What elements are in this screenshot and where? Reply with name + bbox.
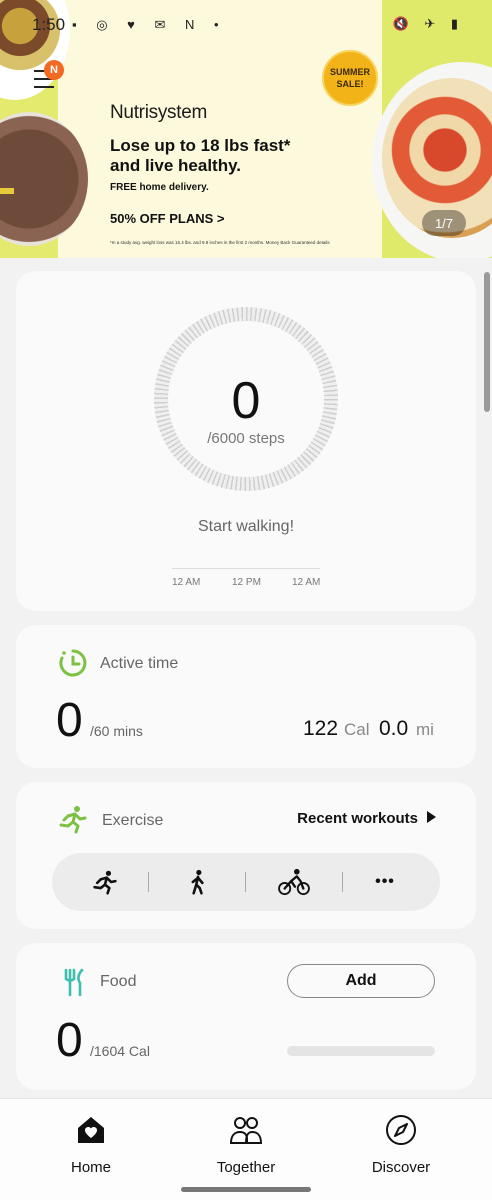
play-arrow-icon[interactable] bbox=[427, 811, 436, 823]
separator bbox=[245, 872, 246, 892]
running-icon bbox=[59, 806, 87, 834]
calories-value: 122 bbox=[303, 717, 339, 740]
shake-image bbox=[0, 112, 88, 246]
timeline-label: 12 AM bbox=[172, 577, 201, 588]
walking-button[interactable] bbox=[179, 863, 217, 901]
home-indicator[interactable] bbox=[181, 1187, 311, 1192]
sale-badge: SUMMER SALE! bbox=[322, 50, 378, 106]
nav-discover-label: Discover bbox=[371, 1159, 431, 1176]
together-icon bbox=[229, 1117, 263, 1144]
add-food-button[interactable]: Add bbox=[287, 964, 435, 998]
food-icon bbox=[64, 968, 84, 997]
ad-brand-logo: Nutrisystem bbox=[110, 102, 207, 123]
nav-together[interactable]: Together bbox=[186, 1113, 306, 1176]
timeline-label: 12 PM bbox=[232, 577, 261, 588]
nav-home[interactable]: Home bbox=[31, 1113, 151, 1176]
ad-fine-print: *In a study avg. weight loss was 15.4 lb… bbox=[110, 240, 330, 245]
food-label: Food bbox=[100, 973, 137, 990]
scrollbar[interactable] bbox=[484, 272, 490, 412]
separator bbox=[342, 872, 343, 892]
bottom-navigation: Home Together Discover bbox=[0, 1098, 492, 1200]
timer-icon bbox=[59, 649, 87, 677]
steps-count: 0 bbox=[231, 372, 261, 430]
calories-unit: Cal bbox=[344, 720, 370, 739]
nav-home-label: Home bbox=[70, 1159, 111, 1176]
status-time: 1:50 bbox=[32, 15, 66, 34]
nav-discover[interactable]: Discover bbox=[341, 1113, 461, 1176]
running-button[interactable] bbox=[86, 863, 124, 901]
distance-value: 0.0 bbox=[379, 717, 409, 740]
more-icon: ••• bbox=[375, 873, 395, 890]
system-status-icons: 🔇 ✈ ▮ bbox=[392, 16, 464, 31]
active-time-label: Active time bbox=[100, 655, 179, 672]
food-progress-bar bbox=[287, 1046, 435, 1056]
food-card[interactable]: Food Add 0 /1604 Cal bbox=[16, 943, 476, 1090]
menu-icon-line bbox=[34, 86, 54, 88]
timeline-label: 12 AM bbox=[292, 577, 321, 588]
nav-together-label: Together bbox=[216, 1159, 276, 1176]
active-time-value: 0 bbox=[56, 694, 83, 747]
sale-badge-line1: SUMMER bbox=[330, 67, 370, 77]
steps-card[interactable]: 0 /6000 steps Start walking! 12 AM 12 PM… bbox=[16, 271, 476, 611]
exercise-label: Exercise bbox=[102, 812, 164, 829]
steps-timeline bbox=[172, 568, 320, 569]
running-icon bbox=[93, 870, 117, 895]
exercise-card[interactable]: Exercise Recent workouts ••• bbox=[16, 782, 476, 929]
steps-message: Start walking! bbox=[197, 518, 295, 535]
steps-goal: /6000 steps bbox=[207, 430, 285, 447]
ad-subline: FREE home delivery. bbox=[110, 182, 209, 193]
home-icon bbox=[78, 1117, 104, 1143]
menu-button[interactable]: N bbox=[30, 60, 64, 96]
separator bbox=[148, 872, 149, 892]
food-unit: /1604 Cal bbox=[90, 1043, 150, 1059]
walking-icon bbox=[191, 869, 204, 895]
active-time-unit: /60 mins bbox=[90, 723, 143, 739]
notification-badge: N bbox=[44, 60, 64, 80]
cycling-icon bbox=[278, 868, 310, 896]
ad-pager: 1/7 bbox=[422, 210, 466, 236]
compass-icon bbox=[386, 1115, 416, 1145]
notification-icons: ▪ ◎ ♥ ✉ N • bbox=[72, 17, 227, 32]
ad-cta-link[interactable]: 50% OFF PLANS > bbox=[110, 211, 225, 226]
distance-unit: mi bbox=[416, 720, 434, 739]
exercise-quick-start-bar: ••• bbox=[52, 853, 440, 911]
ad-headline: Lose up to 18 lbs fast* and live healthy… bbox=[110, 136, 291, 175]
straw-image bbox=[0, 188, 14, 194]
active-time-card[interactable]: Active time 0 /60 mins 122 Cal 0.0 mi bbox=[16, 625, 476, 768]
recent-workouts-link[interactable]: Recent workouts bbox=[297, 810, 418, 827]
more-button[interactable]: ••• bbox=[366, 863, 404, 901]
food-value: 0 bbox=[56, 1014, 83, 1067]
status-bar: 1:50 ▪ ◎ ♥ ✉ N • 🔇 ✈ ▮ bbox=[0, 0, 492, 48]
cycling-button[interactable] bbox=[275, 863, 313, 901]
sale-badge-line2: SALE! bbox=[336, 79, 364, 89]
